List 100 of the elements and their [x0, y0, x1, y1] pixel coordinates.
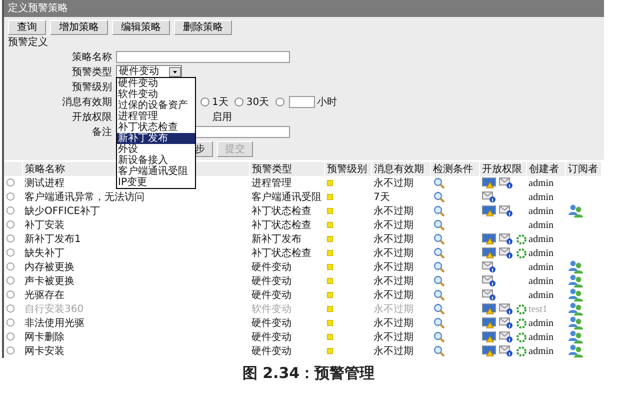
table-cell: 软件变动	[252, 304, 292, 315]
level-icon	[326, 250, 332, 256]
table-cell: 非法使用光驱	[24, 318, 84, 329]
row-radio[interactable]	[6, 248, 15, 258]
table-cell: admin	[528, 206, 554, 216]
row-radio[interactable]	[6, 262, 15, 272]
input-field[interactable]	[116, 50, 290, 62]
radio-button[interactable]	[275, 96, 286, 106]
search-icon[interactable]	[432, 261, 444, 273]
dropdown-option[interactable]: 过保的设备资产	[117, 100, 195, 111]
search-icon[interactable]	[432, 247, 444, 259]
table-cell: 测试进程	[24, 178, 64, 189]
table-cell: admin	[528, 290, 554, 300]
level-icon	[326, 348, 332, 354]
table-cell: 永不过期	[374, 346, 414, 357]
table-cell: 硬件变动	[252, 318, 292, 329]
field-label: 开放权限	[71, 110, 113, 124]
column-header: 开放权限	[480, 162, 526, 176]
table-cell: admin	[528, 220, 554, 230]
users-icon[interactable]	[568, 330, 584, 344]
table-cell: 永不过期	[374, 248, 414, 259]
dropdown-option[interactable]: 进程管理	[117, 111, 195, 122]
search-icon[interactable]	[432, 289, 444, 301]
column-header: 创建者	[526, 162, 566, 176]
table-cell: 网卡删除	[24, 332, 64, 343]
search-icon[interactable]	[432, 177, 444, 189]
table-cell: 自行安装360	[24, 304, 84, 315]
toolbar-button[interactable]: 查询	[8, 20, 46, 35]
table-cell: 进程管理	[252, 178, 292, 189]
dropdown-option[interactable]: 硬件变动	[117, 78, 195, 89]
table-cell: 光驱存在	[24, 290, 64, 301]
table-cell: 永不过期	[374, 332, 414, 343]
row-radio[interactable]	[6, 234, 15, 244]
dropdown-option[interactable]: 软件变动	[117, 89, 195, 100]
table-cell: admin	[528, 178, 554, 188]
table-cell: 永不过期	[374, 290, 414, 301]
users-icon[interactable]	[568, 274, 584, 288]
toolbar-button[interactable]: 编辑策略	[112, 20, 170, 35]
search-icon[interactable]	[432, 191, 444, 203]
table-cell: admin	[528, 346, 554, 356]
users-icon[interactable]	[568, 344, 584, 358]
row-radio[interactable]	[6, 178, 15, 188]
table-cell: 补丁状态检查	[252, 206, 312, 217]
dropdown-option[interactable]: 客户端通讯受阻	[117, 166, 195, 177]
search-icon[interactable]	[432, 275, 444, 287]
table-cell: 永不过期	[374, 220, 414, 231]
level-icon	[326, 180, 332, 186]
search-icon[interactable]	[432, 205, 444, 217]
type-dropdown[interactable]: 硬件变动	[116, 65, 182, 78]
table-cell: 硬件变动	[252, 276, 292, 287]
table-cell: 永不过期	[374, 206, 414, 217]
row-radio[interactable]	[6, 206, 15, 216]
dropdown-option[interactable]: 新补丁发布	[117, 133, 195, 144]
window-title: 定义预警策略	[4, 0, 604, 17]
row-radio[interactable]	[6, 220, 15, 230]
dropdown-option[interactable]: IP变更	[117, 177, 195, 188]
level-icon	[326, 222, 332, 228]
radio-label: 1天	[212, 96, 228, 108]
field-label: 预警类型	[71, 66, 113, 78]
table-cell: admin	[528, 262, 554, 272]
radio-button[interactable]	[200, 96, 210, 106]
search-icon[interactable]	[432, 317, 444, 329]
users-icon[interactable]	[568, 316, 584, 330]
row-radio[interactable]	[6, 290, 15, 300]
table-cell: 网卡安装	[24, 346, 64, 357]
row-radio[interactable]	[6, 192, 15, 202]
radio-button[interactable]	[234, 96, 244, 106]
level-icon	[326, 278, 332, 284]
table-cell: 补丁状态检查	[252, 220, 312, 231]
users-icon[interactable]	[568, 204, 584, 218]
toolbar-button[interactable]: 增加策略	[50, 20, 108, 35]
table-cell: 永不过期	[374, 318, 414, 329]
table-cell: 永不过期	[374, 234, 414, 245]
field-label: 预警级别	[71, 80, 113, 94]
search-icon[interactable]	[432, 219, 444, 231]
hours-field[interactable]	[289, 96, 316, 108]
users-icon[interactable]	[568, 288, 584, 302]
level-icon	[326, 208, 332, 214]
checkbox-label: 启用	[212, 110, 232, 124]
row-radio[interactable]	[6, 346, 15, 356]
table-cell: 7天	[374, 192, 390, 203]
search-icon[interactable]	[432, 233, 444, 245]
table-cell: 声卡被更换	[24, 276, 74, 287]
level-icon	[326, 292, 332, 298]
toolbar-button[interactable]: 删除策略	[174, 20, 232, 35]
table-cell: 新补丁发布	[252, 234, 302, 245]
users-icon[interactable]	[568, 260, 584, 274]
figure-caption: 图 2.34：预警管理	[241, 364, 376, 383]
dropdown-option[interactable]: 补丁状态检查	[117, 122, 195, 133]
level-icon	[326, 320, 332, 326]
level-icon	[326, 334, 332, 340]
row-radio[interactable]	[6, 332, 15, 342]
row-radio[interactable]	[6, 318, 15, 328]
search-icon[interactable]	[432, 331, 444, 343]
table-cell: 永不过期	[374, 304, 414, 315]
section-label: 预警定义	[7, 37, 49, 49]
row-radio[interactable]	[6, 276, 15, 286]
table-cell: 硬件变动	[252, 262, 292, 273]
search-icon[interactable]	[432, 345, 444, 357]
table-cell: 硬件变动	[252, 290, 292, 301]
